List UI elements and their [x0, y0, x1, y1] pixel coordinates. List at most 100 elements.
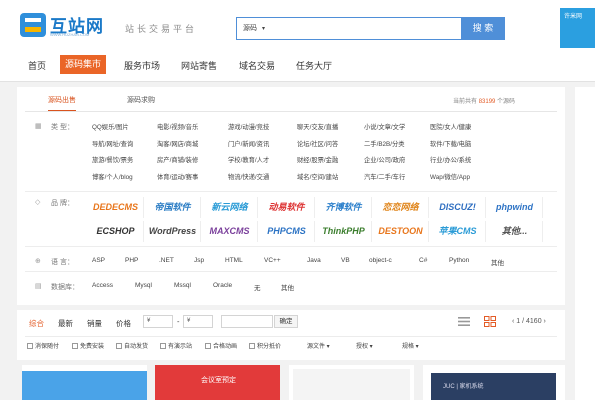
- filter-checkbox[interactable]: 自动发货: [116, 341, 148, 350]
- confirm-button[interactable]: 确定: [274, 315, 298, 328]
- category-link[interactable]: 小说/文章/文学: [364, 122, 405, 131]
- database-option[interactable]: 无: [254, 282, 261, 292]
- database-option[interactable]: Access: [92, 282, 113, 289]
- brand-logo[interactable]: MAXCMS: [202, 221, 258, 242]
- sort-sales[interactable]: 销量: [87, 318, 102, 329]
- product-card[interactable]: JUC | 家机系统: [423, 365, 565, 400]
- search-input[interactable]: 源码 ▾: [236, 17, 462, 40]
- filter-checkbox[interactable]: 消保随付: [27, 341, 59, 350]
- category-link[interactable]: 博客/个人/blog: [92, 172, 133, 181]
- category-link[interactable]: 淘客/网店/商城: [157, 139, 198, 148]
- category-link[interactable]: 汽车/二手/车行: [364, 172, 405, 181]
- category-link[interactable]: 旅游/餐饮/票务: [92, 155, 133, 164]
- checkbox-icon[interactable]: [72, 343, 78, 349]
- language-option[interactable]: Java: [307, 257, 321, 264]
- category-link[interactable]: 房产/商铺/装修: [157, 155, 198, 164]
- brand-logo[interactable]: 帝国软件: [145, 197, 201, 218]
- language-option[interactable]: PHP: [125, 257, 138, 264]
- nav-home[interactable]: 首页: [28, 59, 46, 72]
- checkbox-icon[interactable]: [27, 343, 33, 349]
- language-option[interactable]: HTML: [225, 257, 243, 264]
- brand-logo[interactable]: 齐博软件: [316, 197, 372, 218]
- category-link[interactable]: 企业/公司/政府: [364, 155, 405, 164]
- brand-logo[interactable]: PHPCMS: [259, 221, 315, 242]
- language-option[interactable]: C#: [419, 257, 427, 264]
- pagination[interactable]: ‹ 1 / 4160 ›: [512, 318, 546, 325]
- promo-banner[interactable]: 许米网: [560, 8, 595, 48]
- filter-dropdown[interactable]: 源文件 ▾: [307, 341, 330, 350]
- next-page-icon[interactable]: ›: [542, 318, 546, 325]
- language-option[interactable]: Jsp: [194, 257, 204, 264]
- brand-logo[interactable]: DESTOON: [373, 221, 429, 242]
- category-link[interactable]: 门户/新闻/资讯: [228, 139, 269, 148]
- filter-checkbox[interactable]: 积分抵价: [249, 341, 281, 350]
- tab-source-buy[interactable]: 源码求购: [127, 95, 155, 105]
- category-link[interactable]: 医院/女人/健康: [430, 122, 471, 131]
- category-link[interactable]: 聊天/交友/直播: [297, 122, 338, 131]
- database-option[interactable]: Mysql: [135, 282, 152, 289]
- product-card[interactable]: [22, 365, 147, 400]
- category-link[interactable]: 学校/教育/人才: [228, 155, 269, 164]
- category-link[interactable]: QQ娱乐/图片: [92, 122, 129, 131]
- filter-checkbox[interactable]: 免费安装: [72, 341, 104, 350]
- brand-logo[interactable]: 苹果CMS: [430, 221, 486, 242]
- database-option[interactable]: Oracle: [213, 282, 232, 289]
- nav-source-market[interactable]: 源码集市: [60, 55, 107, 74]
- brand-logo[interactable]: 其他...: [487, 221, 543, 242]
- filter-checkbox[interactable]: 有演示站: [160, 341, 192, 350]
- filter-checkbox[interactable]: 合格动画: [205, 341, 237, 350]
- category-link[interactable]: 财经/股票/金融: [297, 155, 338, 164]
- category-link[interactable]: 软件/下载/电脑: [430, 139, 471, 148]
- language-option[interactable]: VC++: [264, 257, 281, 264]
- language-option[interactable]: .NET: [159, 257, 174, 264]
- nav-service-market[interactable]: 服务市场: [124, 59, 160, 72]
- nav-task-hall[interactable]: 任务大厅: [296, 59, 332, 72]
- checkbox-icon[interactable]: [205, 343, 211, 349]
- filter-dropdown[interactable]: 授权 ▾: [356, 341, 373, 350]
- tab-source-sell[interactable]: 源码出售: [48, 95, 76, 111]
- search-category-select[interactable]: 源码 ▾: [243, 23, 265, 33]
- brand-logo[interactable]: WordPress: [145, 221, 201, 242]
- category-link[interactable]: 论坛/社区/问答: [297, 139, 338, 148]
- category-link[interactable]: 电影/视频/音乐: [157, 122, 198, 131]
- grid-view-icon[interactable]: [484, 316, 496, 327]
- category-link[interactable]: 二手/B2B/分类: [364, 139, 405, 148]
- checkbox-icon[interactable]: [249, 343, 255, 349]
- brand-logo[interactable]: ECSHOP: [88, 221, 144, 242]
- sort-newest[interactable]: 最新: [58, 318, 73, 329]
- brand-logo[interactable]: 恋恋网络: [373, 197, 429, 218]
- price-from-input[interactable]: ¥: [143, 315, 173, 328]
- checkbox-icon[interactable]: [160, 343, 166, 349]
- language-option[interactable]: object-c: [369, 257, 392, 264]
- product-card[interactable]: [289, 365, 414, 400]
- brand-logo[interactable]: 新云网络: [202, 197, 258, 218]
- category-link[interactable]: Wap/微信/App: [430, 172, 470, 181]
- extra-input[interactable]: [221, 315, 273, 328]
- brand-logo[interactable]: ThinkPHP: [316, 221, 372, 242]
- product-card[interactable]: 会议室预定: [155, 365, 280, 400]
- price-to-input[interactable]: ¥: [183, 315, 213, 328]
- category-link[interactable]: 体育/运动/赛事: [157, 172, 198, 181]
- list-view-icon[interactable]: [458, 316, 470, 327]
- brand-logo[interactable]: 动易软件: [259, 197, 315, 218]
- language-option[interactable]: Python: [449, 257, 469, 264]
- database-option[interactable]: 其他: [281, 282, 294, 292]
- category-link[interactable]: 行业/办公/系统: [430, 155, 471, 164]
- language-option[interactable]: VB: [341, 257, 350, 264]
- filter-dropdown[interactable]: 规格 ▾: [402, 341, 419, 350]
- sort-price[interactable]: 价格: [116, 318, 131, 329]
- database-option[interactable]: Mssql: [174, 282, 191, 289]
- checkbox-icon[interactable]: [116, 343, 122, 349]
- brand-logo[interactable]: DISCUZ!: [430, 197, 486, 218]
- nav-site-consign[interactable]: 网站寄售: [181, 59, 217, 72]
- category-link[interactable]: 域名/空间/建站: [297, 172, 338, 181]
- brand-logo[interactable]: phpwind: [487, 197, 543, 218]
- category-link[interactable]: 物流/快递/交通: [228, 172, 269, 181]
- nav-domain-trade[interactable]: 域名交易: [239, 59, 275, 72]
- sort-overall[interactable]: 综合: [29, 318, 44, 329]
- search-button[interactable]: 搜 索: [461, 17, 505, 40]
- logo-icon[interactable]: [20, 13, 46, 37]
- category-link[interactable]: 导航/网址/查询: [92, 139, 133, 148]
- language-option[interactable]: ASP: [92, 257, 105, 264]
- category-link[interactable]: 游戏/动漫/竞技: [228, 122, 269, 131]
